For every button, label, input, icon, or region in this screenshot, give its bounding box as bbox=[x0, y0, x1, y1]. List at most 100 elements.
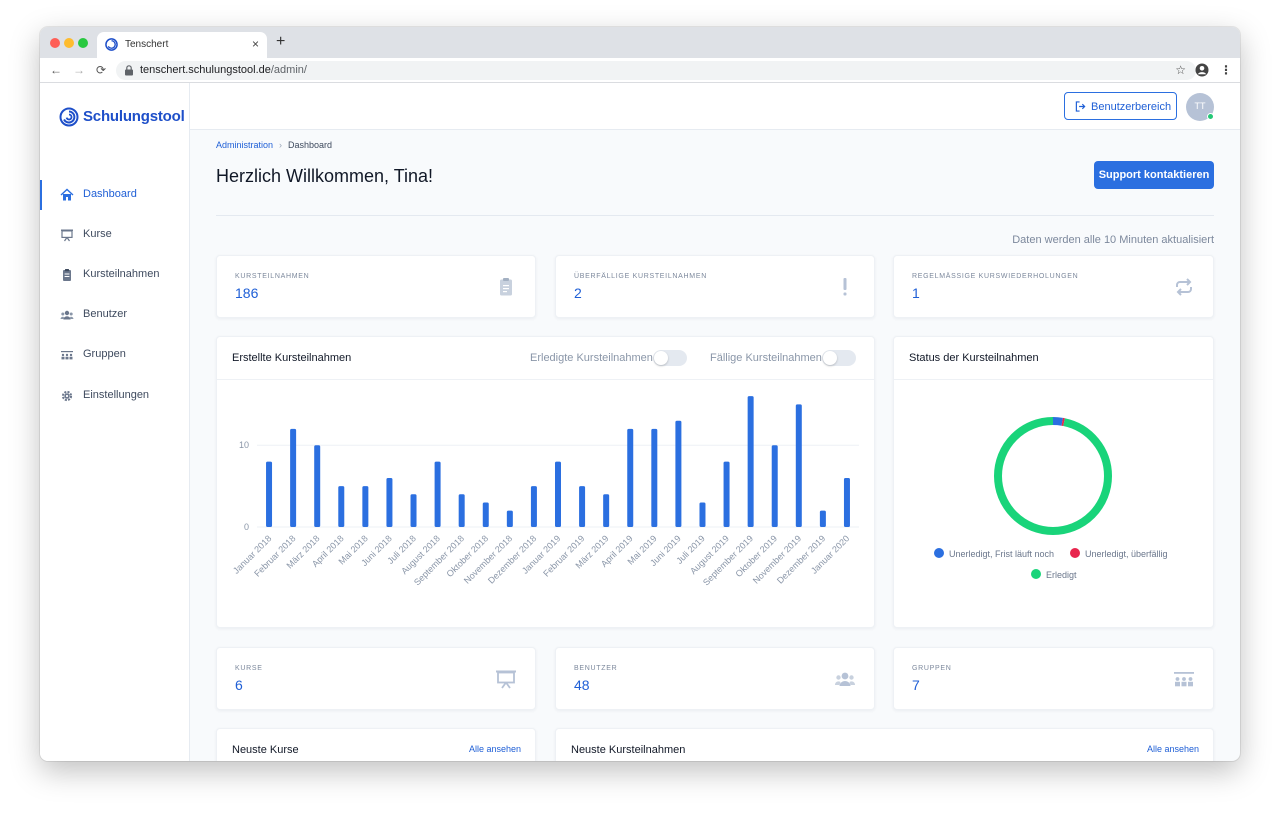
stat-value: 48 bbox=[574, 677, 590, 693]
url-host: tenschert.schulungstool.de bbox=[140, 64, 271, 76]
legend-item-overdue[interactable]: Unerledigt, überfällig bbox=[1070, 548, 1168, 559]
donut-chart-title: Status der Kursteilnahmen bbox=[909, 352, 1039, 364]
stat-label: Regelmässige Kurswiederholungen bbox=[912, 273, 1079, 280]
stat-value: 186 bbox=[235, 285, 259, 301]
bar[interactable] bbox=[434, 461, 441, 527]
minimize-window-icon[interactable] bbox=[64, 38, 74, 48]
back-icon[interactable]: ← bbox=[50, 62, 62, 78]
toggle-due[interactable] bbox=[822, 350, 856, 366]
divider bbox=[216, 215, 1214, 216]
bookmark-star-icon[interactable]: ☆ bbox=[1175, 63, 1186, 77]
legend-label: Unerledigt, überfällig bbox=[1085, 549, 1168, 559]
toggle-knob bbox=[823, 351, 837, 365]
stat-value: 7 bbox=[912, 677, 920, 693]
stat-label: Benutzer bbox=[574, 665, 618, 672]
forward-icon[interactable]: → bbox=[73, 62, 85, 78]
support-button[interactable]: Support kontaktieren bbox=[1094, 161, 1214, 189]
y-tick-label: 10 bbox=[239, 440, 249, 450]
browser-tab[interactable]: Tenschert × bbox=[97, 32, 267, 58]
bar[interactable] bbox=[771, 445, 778, 527]
donut-chart-card: Status der Kursteilnahmen Unerledigt, Fr… bbox=[893, 336, 1214, 628]
stat-card-gruppen[interactable]: Gruppen 7 bbox=[893, 647, 1214, 710]
stat-card-benutzer[interactable]: Benutzer 48 bbox=[555, 647, 875, 710]
stat-label: Überfällige Kursteilnahmen bbox=[574, 273, 707, 280]
sidebar-item-einstellungen[interactable]: Einstellungen bbox=[40, 381, 190, 411]
sidebar-item-benutzer[interactable]: Benutzer bbox=[40, 300, 190, 330]
stat-card-overdue[interactable]: Überfällige Kursteilnahmen 2 bbox=[555, 255, 875, 318]
bar[interactable] bbox=[530, 486, 537, 527]
legend-item-done[interactable]: Erledigt bbox=[1031, 569, 1077, 580]
browser-menu-icon[interactable]: ⋮ bbox=[1220, 62, 1232, 78]
logo[interactable]: Schulungstool bbox=[59, 107, 185, 127]
sidebar-item-gruppen[interactable]: Gruppen bbox=[40, 340, 190, 370]
bar-chart-card: Erstellte Kursteilnahmen Erledigte Kurst… bbox=[216, 336, 875, 628]
bar[interactable] bbox=[795, 404, 802, 527]
breadcrumb: Administration › Dashboard bbox=[216, 140, 332, 150]
toggle-done[interactable] bbox=[653, 350, 687, 366]
bar[interactable] bbox=[819, 510, 826, 527]
page-title: Herzlich Willkommen, Tina! bbox=[216, 166, 434, 186]
favicon-icon bbox=[105, 38, 118, 51]
reload-icon[interactable]: ⟳ bbox=[96, 62, 106, 78]
clipboard-icon bbox=[63, 269, 71, 281]
bar[interactable] bbox=[555, 461, 561, 527]
bar[interactable] bbox=[290, 428, 297, 527]
bar[interactable] bbox=[458, 494, 465, 527]
bar[interactable] bbox=[362, 486, 369, 527]
avatar[interactable]: TT bbox=[1186, 93, 1214, 121]
bar[interactable] bbox=[506, 510, 513, 527]
bar[interactable] bbox=[266, 461, 273, 527]
new-tab-icon[interactable]: + bbox=[276, 33, 285, 51]
bar[interactable] bbox=[579, 486, 586, 527]
profile-icon[interactable] bbox=[1195, 63, 1209, 77]
bar[interactable] bbox=[482, 502, 489, 527]
donut-slice[interactable] bbox=[994, 417, 1112, 535]
bar[interactable] bbox=[699, 502, 706, 527]
bar[interactable] bbox=[338, 486, 345, 527]
breadcrumb-current: Dashboard bbox=[288, 140, 333, 150]
bar[interactable] bbox=[747, 396, 754, 527]
browser-window: Tenschert × + ← → ⟳ tenschert.schulungst… bbox=[40, 27, 1240, 761]
tab-close-icon[interactable]: × bbox=[252, 37, 259, 51]
sign-out-icon bbox=[1075, 101, 1086, 112]
toggle-knob bbox=[654, 351, 668, 365]
donut-chart bbox=[994, 417, 1112, 535]
enrollments-see-all-link[interactable]: Alle ansehen bbox=[1147, 744, 1199, 754]
user-area-button[interactable]: Benutzerbereich bbox=[1064, 92, 1177, 120]
sidebar-item-label: Kurse bbox=[83, 228, 112, 240]
online-status-icon bbox=[1207, 113, 1214, 120]
bar[interactable] bbox=[314, 445, 321, 527]
stat-card-kurse[interactable]: Kurse 6 bbox=[216, 647, 536, 710]
legend-label: Erledigt bbox=[1046, 570, 1077, 580]
legend-item-pending[interactable]: Unerledigt, Frist läuft noch bbox=[934, 548, 1054, 559]
bar[interactable] bbox=[843, 477, 850, 527]
avatar-initials: TT bbox=[1194, 101, 1206, 111]
y-tick-label: 0 bbox=[244, 522, 249, 532]
close-window-icon[interactable] bbox=[50, 38, 60, 48]
bar[interactable] bbox=[386, 477, 393, 527]
bar[interactable] bbox=[651, 428, 658, 527]
bar[interactable] bbox=[723, 461, 730, 527]
sidebar-item-kurse[interactable]: Kurse bbox=[40, 220, 190, 250]
courses-see-all-link[interactable]: Alle ansehen bbox=[469, 744, 521, 754]
toggle-due-label: Fällige Kursteilnahmen bbox=[710, 352, 822, 364]
maximize-window-icon[interactable] bbox=[78, 38, 88, 48]
breadcrumb-link-administration[interactable]: Administration bbox=[216, 140, 273, 150]
sidebar-item-dashboard[interactable]: Dashboard bbox=[40, 180, 190, 210]
stat-card-repetitions[interactable]: Regelmässige Kurswiederholungen 1 bbox=[893, 255, 1214, 318]
topbar: Benutzerbereich TT bbox=[190, 83, 1240, 130]
latest-courses-card: Neuste Kurse Alle ansehen bbox=[216, 728, 536, 761]
bar[interactable] bbox=[410, 494, 417, 527]
logo-icon bbox=[59, 107, 79, 127]
support-button-label: Support kontaktieren bbox=[1098, 169, 1210, 181]
bar[interactable] bbox=[675, 420, 682, 527]
app: Schulungstool Dashboard Kurse Kursteilna… bbox=[40, 83, 1240, 761]
stat-card-kursteilnahmen[interactable]: Kursteilnahmen 186 bbox=[216, 255, 536, 318]
address-bar[interactable]: tenschert.schulungstool.de/admin/ ☆ bbox=[116, 61, 1196, 80]
browser-toolbar: ← → ⟳ tenschert.schulungstool.de/admin/ … bbox=[40, 58, 1240, 83]
legend-label: Unerledigt, Frist läuft noch bbox=[949, 549, 1055, 559]
bar[interactable] bbox=[603, 494, 610, 527]
sidebar-item-kursteilnahmen[interactable]: Kursteilnahmen bbox=[40, 260, 190, 290]
sidebar-item-label: Kursteilnahmen bbox=[83, 268, 160, 280]
bar[interactable] bbox=[627, 428, 634, 527]
